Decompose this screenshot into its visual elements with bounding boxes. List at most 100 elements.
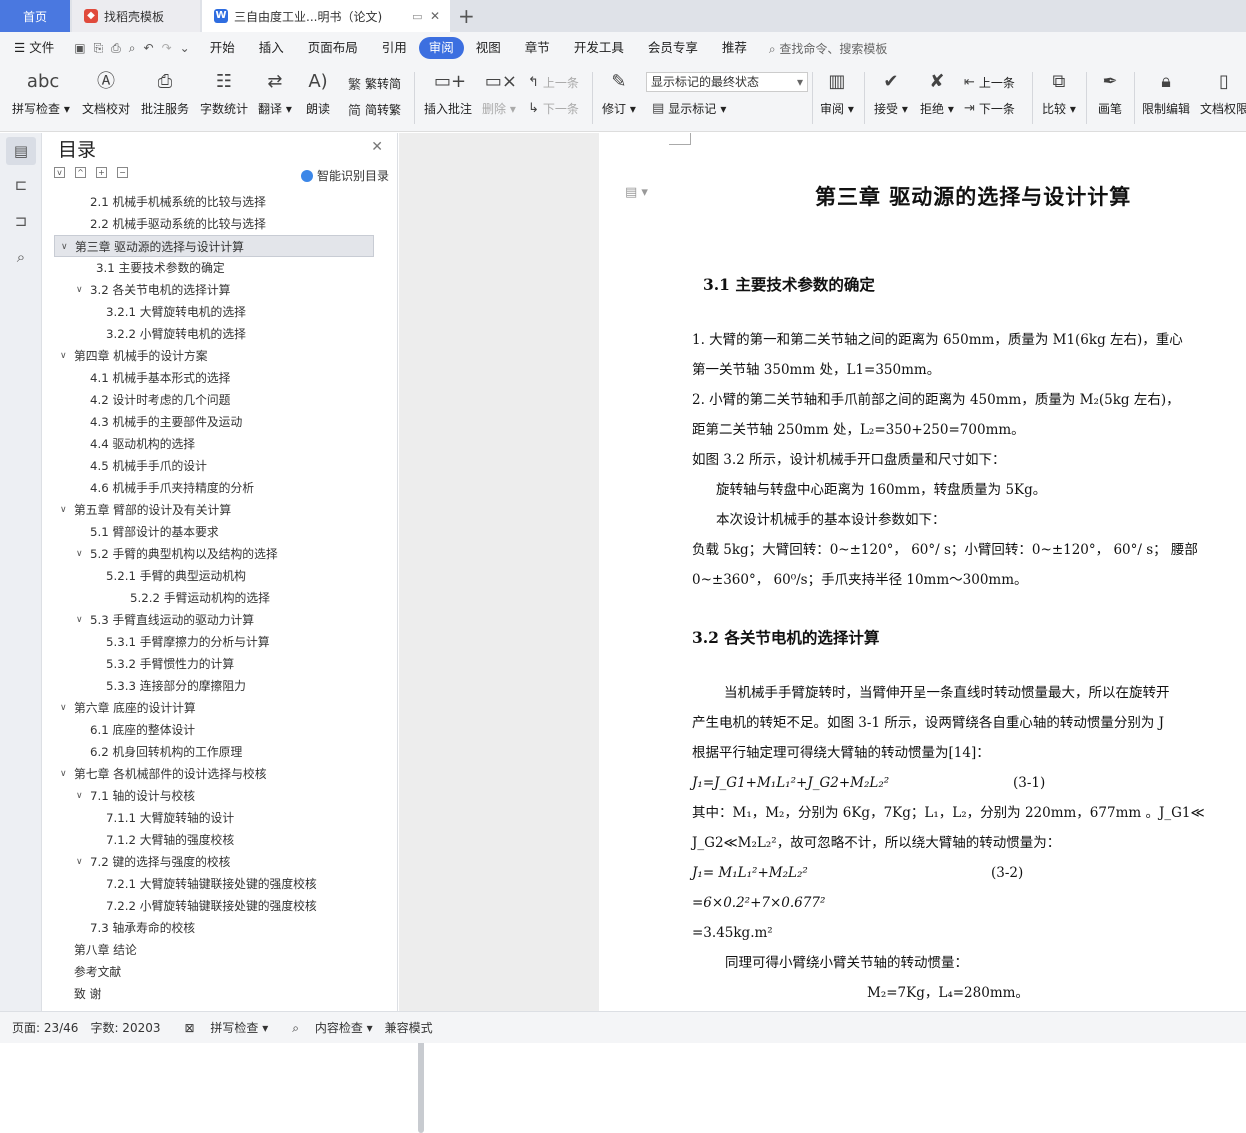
annotate-service-button[interactable]: ⎙ 批注服务	[141, 68, 189, 117]
toc-item[interactable]: ∨ 第四章 机械手的设计方案	[54, 345, 374, 367]
toc-item[interactable]: ∨ 3.2 各关节电机的选择计算	[54, 279, 374, 301]
toc-item[interactable]: 4.6 机械手手爪夹持精度的分析	[54, 477, 374, 499]
delete-comment-button[interactable]: ▭× 删除 ▾	[482, 68, 517, 117]
toc-panel-icon[interactable]: ▤	[6, 137, 36, 165]
document-page[interactable]: ▤ ▾ 第三章 驱动源的选择与设计计算 3.1 主要技术参数的确定 1. 大臂的…	[599, 133, 1246, 1011]
tab-home[interactable]: 首页	[0, 0, 70, 32]
page-indicator[interactable]: 页面: 23/46	[12, 1019, 78, 1036]
trad-to-simp-button[interactable]: 繁繁转简	[348, 74, 401, 93]
undo-icon[interactable]: ↶	[144, 41, 154, 55]
close-icon[interactable]: ✕	[430, 9, 440, 23]
reject-button[interactable]: ✘ 拒绝 ▾	[920, 68, 954, 117]
print-preview-icon[interactable]: ⌕	[129, 41, 136, 56]
toc-item[interactable]: ∨ 第七章 各机械部件的设计选择与校核	[54, 763, 374, 785]
command-search[interactable]: ⌕ 查找命令、搜索模板	[769, 40, 888, 57]
menu-insert[interactable]: 插入	[247, 37, 296, 59]
chevron-down-icon[interactable]: ∨	[60, 763, 67, 785]
toc-item[interactable]: ∨ 第五章 臂部的设计及有关计算	[54, 499, 374, 521]
toc-item[interactable]: 7.2.1 大臂旋转轴键联接处键的强度校核	[54, 873, 374, 895]
toc-item[interactable]: 6.2 机身回转机构的工作原理	[54, 741, 374, 763]
next-comment-button[interactable]: ↳ 下一条	[528, 100, 579, 117]
toc-item[interactable]: ∨ 5.3 手臂直线运动的驱动力计算	[54, 609, 374, 631]
compare-button[interactable]: ⧉ 比较 ▾	[1042, 68, 1076, 117]
accept-button[interactable]: ✔ 接受 ▾	[874, 68, 908, 117]
toc-item[interactable]: 5.3.2 手臂惯性力的计算	[54, 653, 374, 675]
expand-up-icon[interactable]: ^	[75, 167, 86, 178]
menu-view[interactable]: 视图	[464, 37, 513, 59]
toc-item[interactable]: 4.1 机械手基本形式的选择	[54, 367, 374, 389]
close-icon[interactable]: ✕	[371, 139, 383, 155]
save-icon[interactable]: ▣	[74, 41, 85, 55]
tab-document[interactable]: W 三自由度工业...明书（论文) ▭ ✕	[202, 0, 450, 32]
translate-button[interactable]: ⇄ 翻译 ▾	[258, 68, 292, 117]
toc-item[interactable]: 7.3 轴承寿命的校核	[54, 917, 374, 939]
toc-item[interactable]: 4.3 机械手的主要部件及运动	[54, 411, 374, 433]
remove-heading-icon[interactable]: −	[117, 167, 128, 178]
toc-item[interactable]: 致 谢	[54, 983, 374, 1005]
menu-layout[interactable]: 页面布局	[296, 37, 370, 59]
chevron-down-icon[interactable]: ∨	[61, 236, 68, 258]
chevron-down-icon[interactable]: ∨	[76, 851, 83, 873]
toc-item[interactable]: ∨ 5.2 手臂的典型机构以及结构的选择	[54, 543, 374, 565]
menu-review[interactable]: 审阅	[418, 37, 464, 59]
prev-change-button[interactable]: ⇤ 上一条	[964, 74, 1015, 91]
word-count-button[interactable]: ☷ 字数统计	[200, 68, 248, 117]
toc-item[interactable]: 第八章 结论	[54, 939, 374, 961]
file-menu[interactable]: ☰ 文件	[0, 37, 66, 59]
chevron-down-icon[interactable]: ∨	[76, 279, 83, 301]
smart-toc-button[interactable]: 智能识别目录	[300, 167, 389, 184]
word-count-indicator[interactable]: 字数: 20203	[90, 1019, 160, 1036]
menu-chapter[interactable]: 章节	[513, 37, 562, 59]
toc-item[interactable]: ∨ 7.1 轴的设计与校核	[54, 785, 374, 807]
doc-rights-button[interactable]: ▯ 文档权限	[1200, 68, 1246, 117]
search-icon[interactable]: ⌕	[11, 247, 31, 267]
tab-template[interactable]: ◆ 找稻壳模板	[72, 0, 200, 32]
toc-item[interactable]: ∨ 7.2 键的选择与强度的校核	[54, 851, 374, 873]
menu-start[interactable]: 开始	[198, 37, 247, 59]
toc-item[interactable]: 4.2 设计时考虑的几个问题	[54, 389, 374, 411]
toc-item[interactable]: 5.3.1 手臂摩擦力的分析与计算	[54, 631, 374, 653]
new-tab-icon[interactable]: +	[458, 4, 475, 28]
menu-member[interactable]: 会员专享	[636, 37, 710, 59]
toc-item[interactable]: 2.1 机械手机械系统的比较与选择	[54, 191, 374, 213]
pen-button[interactable]: ✒ 画笔	[1096, 68, 1124, 117]
review-button[interactable]: ▥ 审阅 ▾	[820, 68, 854, 117]
redo-icon[interactable]: ↷	[162, 41, 172, 55]
chevron-down-icon[interactable]: ∨	[60, 345, 67, 367]
toc-item[interactable]: 5.2.1 手臂的典型运动机构	[54, 565, 374, 587]
read-aloud-button[interactable]: A) 朗读	[304, 68, 332, 117]
bookmark-icon[interactable]: ⊐	[11, 211, 31, 231]
chevron-down-icon[interactable]: ∨	[76, 609, 83, 631]
chapter-nav-icon[interactable]: ⊏	[11, 175, 31, 195]
restrict-edit-button[interactable]: 🔒︎ 限制编辑	[1142, 68, 1190, 117]
toc-item[interactable]: 5.3.3 连接部分的摩擦阻力	[54, 675, 374, 697]
insert-comment-button[interactable]: ▭+ 插入批注	[424, 68, 472, 117]
chevron-down-icon[interactable]: ∨	[76, 785, 83, 807]
toc-item[interactable]: 7.2.2 小臂旋转轴键联接处键的强度校核	[54, 895, 374, 917]
page-options-icon[interactable]: ▤ ▾	[625, 185, 648, 200]
simp-to-trad-button[interactable]: 简简转繁	[348, 100, 401, 119]
toc-item[interactable]: 7.1.1 大臂旋转轴的设计	[54, 807, 374, 829]
toc-item[interactable]: 2.2 机械手驱动系统的比较与选择	[54, 213, 374, 235]
menu-developer[interactable]: 开发工具	[562, 37, 636, 59]
toc-item[interactable]: 6.1 底座的整体设计	[54, 719, 374, 741]
toc-item[interactable]: ∨ 第三章 驱动源的选择与设计计算	[54, 235, 374, 257]
spellcheck-button[interactable]: abc 拼写检查 ▾	[12, 68, 70, 117]
next-change-button[interactable]: ⇥ 下一条	[964, 100, 1015, 117]
add-heading-icon[interactable]: +	[96, 167, 107, 178]
export-icon[interactable]: ⎘	[94, 41, 104, 56]
chevron-down-icon[interactable]: ∨	[60, 499, 67, 521]
prev-comment-button[interactable]: ↰ 上一条	[528, 74, 579, 91]
monitor-icon[interactable]: ▭	[412, 10, 422, 23]
chevron-down-icon[interactable]: ∨	[76, 543, 83, 565]
show-markup-button[interactable]: ▤ 显示标记 ▾	[652, 100, 726, 117]
spellcheck-status[interactable]: ⊠ 拼写检查 ▾	[173, 1019, 269, 1036]
proofread-button[interactable]: Ⓐ 文档校对	[82, 68, 130, 117]
toc-item[interactable]: 3.2.1 大臂旋转电机的选择	[54, 301, 374, 323]
chevron-down-icon[interactable]: ⌄	[180, 41, 190, 55]
menu-references[interactable]: 引用	[370, 37, 419, 59]
collapse-all-icon[interactable]: v	[54, 167, 65, 178]
toc-item[interactable]: 4.4 驱动机构的选择	[54, 433, 374, 455]
toc-item[interactable]: 5.1 臂部设计的基本要求	[54, 521, 374, 543]
toc-item[interactable]: 3.2.2 小臂旋转电机的选择	[54, 323, 374, 345]
